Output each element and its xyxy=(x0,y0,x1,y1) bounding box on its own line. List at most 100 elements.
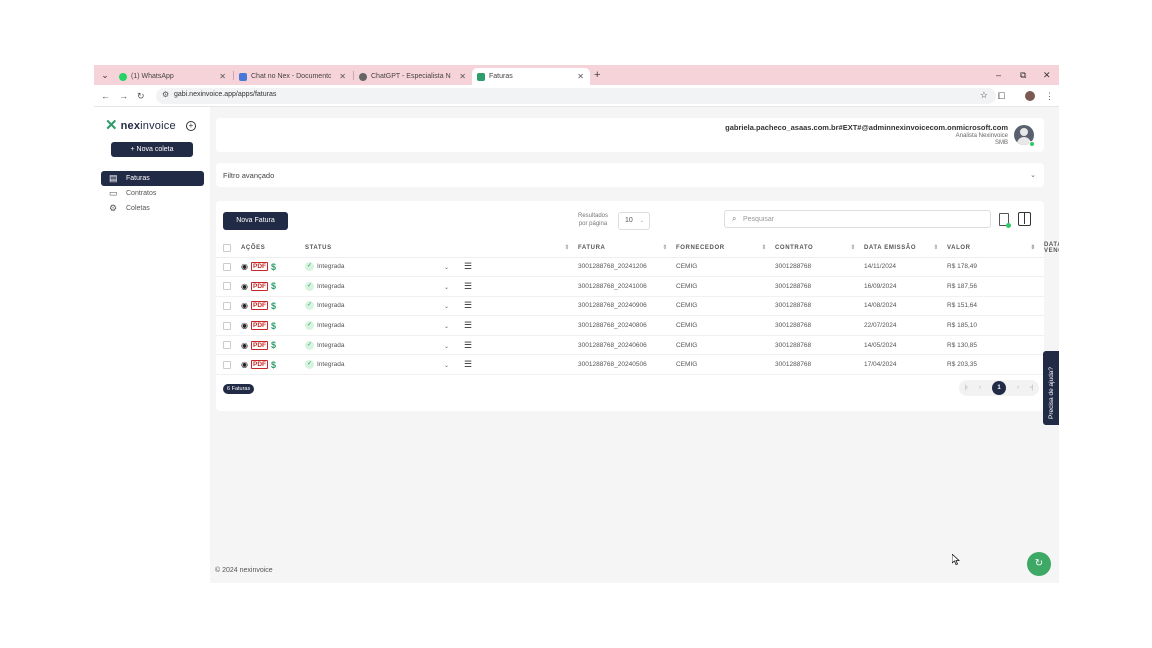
table-row[interactable]: ◉ PDF $ ✓ Integrada ⌄ ☰ 3001288768_20241206 CEMI… xyxy=(216,257,1044,278)
tab-faturas[interactable]: Faturas ✕ xyxy=(472,68,590,85)
new-invoice-button[interactable]: Nova Fatura xyxy=(223,212,288,230)
back-icon[interactable]: ← xyxy=(101,90,110,102)
dollar-icon[interactable]: $ xyxy=(271,262,276,272)
dollar-icon[interactable]: $ xyxy=(271,321,276,331)
cell-contrato: 3001288768 xyxy=(775,315,864,336)
status-dropdown-icon[interactable]: ⌄ xyxy=(444,324,449,330)
table-row[interactable]: ◉ PDF $ ✓ Integrada ⌄ ☰ 3001288768_20240506 CEMI… xyxy=(216,354,1044,376)
view-eye-icon[interactable]: ◉ xyxy=(241,262,248,271)
select-all-checkbox[interactable] xyxy=(223,244,231,253)
site-info-icon[interactable]: ⚙ xyxy=(162,90,169,99)
cell-fatura: 3001288768_20241206 xyxy=(578,257,676,278)
row-checkbox[interactable] xyxy=(223,301,231,310)
sort-icon[interactable]: ⇕ xyxy=(850,244,856,251)
sort-icon[interactable]: ⇕ xyxy=(1030,244,1036,251)
sort-icon[interactable]: ⇕ xyxy=(761,244,767,251)
sort-icon[interactable]: ⇕ xyxy=(662,244,668,251)
column-header-fornecedor[interactable]: FORNECEDOR ⇕ xyxy=(676,240,775,258)
sort-icon[interactable]: ⇕ xyxy=(564,244,570,251)
view-eye-icon[interactable]: ◉ xyxy=(241,282,248,291)
column-header-data-emissao[interactable]: DATA EMISSÃO ⇕ xyxy=(864,240,947,258)
row-checkbox[interactable] xyxy=(223,341,231,350)
search-box[interactable]: ⌕ xyxy=(724,210,991,228)
status-dropdown-icon[interactable]: ⌄ xyxy=(444,344,449,350)
new-tab-button[interactable]: + xyxy=(594,68,600,82)
tab-whatsapp[interactable]: (1) WhatsApp ✕ xyxy=(114,68,232,85)
tab-chatgpt[interactable]: ChatGPT - Especialista Nexinvo ✕ xyxy=(354,68,472,85)
app-area: ✕ nexinvoice + + Nova coleta ▤ Faturas ▭… xyxy=(94,107,1059,583)
pdf-icon[interactable]: PDF xyxy=(250,360,268,370)
chat-fab-icon[interactable]: ↻ xyxy=(1027,552,1051,576)
column-header-contrato[interactable]: CONTRATO ⇕ xyxy=(775,240,864,258)
export-excel-icon[interactable] xyxy=(999,213,1011,228)
row-checkbox[interactable] xyxy=(223,282,231,291)
extensions-icon[interactable]: ⧠ xyxy=(998,90,1005,102)
window-close-icon[interactable]: ✕ xyxy=(1043,69,1051,81)
chevron-down-icon[interactable]: ⌄ xyxy=(1030,171,1036,179)
pdf-icon[interactable]: PDF xyxy=(250,301,268,311)
bookmark-star-icon[interactable]: ☆ xyxy=(980,90,988,101)
close-icon[interactable]: ✕ xyxy=(459,70,466,84)
help-tab[interactable]: Precisa de ajuda? xyxy=(1043,351,1059,425)
tab-docs[interactable]: Chat no Nex - Documentos Goo ✕ xyxy=(234,68,352,85)
column-header-status[interactable]: STATUS ⇕ xyxy=(305,240,578,258)
next-page-icon[interactable]: › xyxy=(1017,385,1019,391)
dollar-icon[interactable]: $ xyxy=(271,340,276,350)
table-row[interactable]: ◉ PDF $ ✓ Integrada ⌄ ☰ 3001288768_20240606 CEMI… xyxy=(216,335,1044,356)
sidebar-item-coletas[interactable]: ⚙ Coletas xyxy=(101,201,204,216)
sidebar-item-contratos[interactable]: ▭ Contratos xyxy=(101,186,204,201)
pdf-icon[interactable]: PDF xyxy=(250,340,268,350)
new-coleta-button[interactable]: + Nova coleta xyxy=(111,142,193,157)
status-dropdown-icon[interactable]: ⌄ xyxy=(444,265,449,271)
close-icon[interactable]: ✕ xyxy=(219,70,226,84)
row-checkbox[interactable] xyxy=(223,321,231,330)
list-icon[interactable]: ☰ xyxy=(464,300,472,310)
row-checkbox[interactable] xyxy=(223,360,231,369)
profile-avatar[interactable] xyxy=(1025,91,1035,101)
view-eye-icon[interactable]: ◉ xyxy=(241,321,248,330)
view-eye-icon[interactable]: ◉ xyxy=(241,301,248,310)
view-eye-icon[interactable]: ◉ xyxy=(241,360,248,369)
reload-icon[interactable]: ↻ xyxy=(137,90,145,102)
close-icon[interactable]: ✕ xyxy=(339,70,346,84)
tab-search-icon[interactable]: ⌄ xyxy=(98,68,112,82)
restore-icon[interactable]: ⧉ xyxy=(1020,69,1026,81)
pdf-icon[interactable]: PDF xyxy=(250,262,268,272)
row-checkbox[interactable] xyxy=(223,262,231,271)
sort-icon[interactable]: ⇕ xyxy=(933,244,939,251)
sidebar-item-faturas[interactable]: ▤ Faturas xyxy=(101,171,204,186)
add-circle-icon[interactable]: + xyxy=(186,121,196,131)
table-row[interactable]: ◉ PDF $ ✓ Integrada ⌄ ☰ 3001288768_20240806 CEMI… xyxy=(216,315,1044,336)
status-dropdown-icon[interactable]: ⌄ xyxy=(444,363,449,369)
prev-page-icon[interactable]: ‹ xyxy=(979,385,981,391)
view-eye-icon[interactable]: ◉ xyxy=(241,341,248,350)
first-page-icon[interactable]: |‹ xyxy=(964,385,968,391)
whatsapp-icon xyxy=(119,72,127,81)
table-row[interactable]: ◉ PDF $ ✓ Integrada ⌄ ☰ 3001288768_20240906 CEMI… xyxy=(216,296,1044,317)
list-icon[interactable]: ☰ xyxy=(464,340,472,350)
dollar-icon[interactable]: $ xyxy=(271,281,276,291)
dollar-icon[interactable]: $ xyxy=(271,360,276,370)
column-header-fatura[interactable]: FATURA ⇕ xyxy=(578,240,676,258)
table-row[interactable]: ◉ PDF $ ✓ Integrada ⌄ ☰ 3001288768_20241006 CEMI… xyxy=(216,276,1044,297)
forward-icon[interactable]: → xyxy=(119,90,128,102)
list-icon[interactable]: ☰ xyxy=(464,261,472,271)
menu-kebab-icon[interactable]: ⋮ xyxy=(1045,90,1054,102)
status-dropdown-icon[interactable]: ⌄ xyxy=(444,304,449,310)
address-bar[interactable]: ⚙ gabi.nexinvoice.app/apps/faturas ☆ xyxy=(156,88,996,104)
columns-toggle-icon[interactable] xyxy=(1018,212,1031,226)
list-icon[interactable]: ☰ xyxy=(464,281,472,291)
minimize-icon[interactable]: – xyxy=(996,69,1001,81)
pdf-icon[interactable]: PDF xyxy=(250,321,268,331)
per-page-select[interactable]: 10 ⌄ xyxy=(618,212,650,230)
search-input[interactable] xyxy=(743,213,983,225)
pdf-icon[interactable]: PDF xyxy=(250,281,268,291)
page-button-current[interactable]: 1 xyxy=(991,381,1006,395)
list-icon[interactable]: ☰ xyxy=(464,359,472,369)
list-icon[interactable]: ☰ xyxy=(464,320,472,330)
status-dropdown-icon[interactable]: ⌄ xyxy=(444,285,449,291)
advanced-filter[interactable]: Filtro avançado ⌄ xyxy=(216,163,1044,187)
last-page-icon[interactable]: ›| xyxy=(1030,385,1034,391)
dollar-icon[interactable]: $ xyxy=(271,301,276,311)
close-icon[interactable]: ✕ xyxy=(577,70,584,84)
